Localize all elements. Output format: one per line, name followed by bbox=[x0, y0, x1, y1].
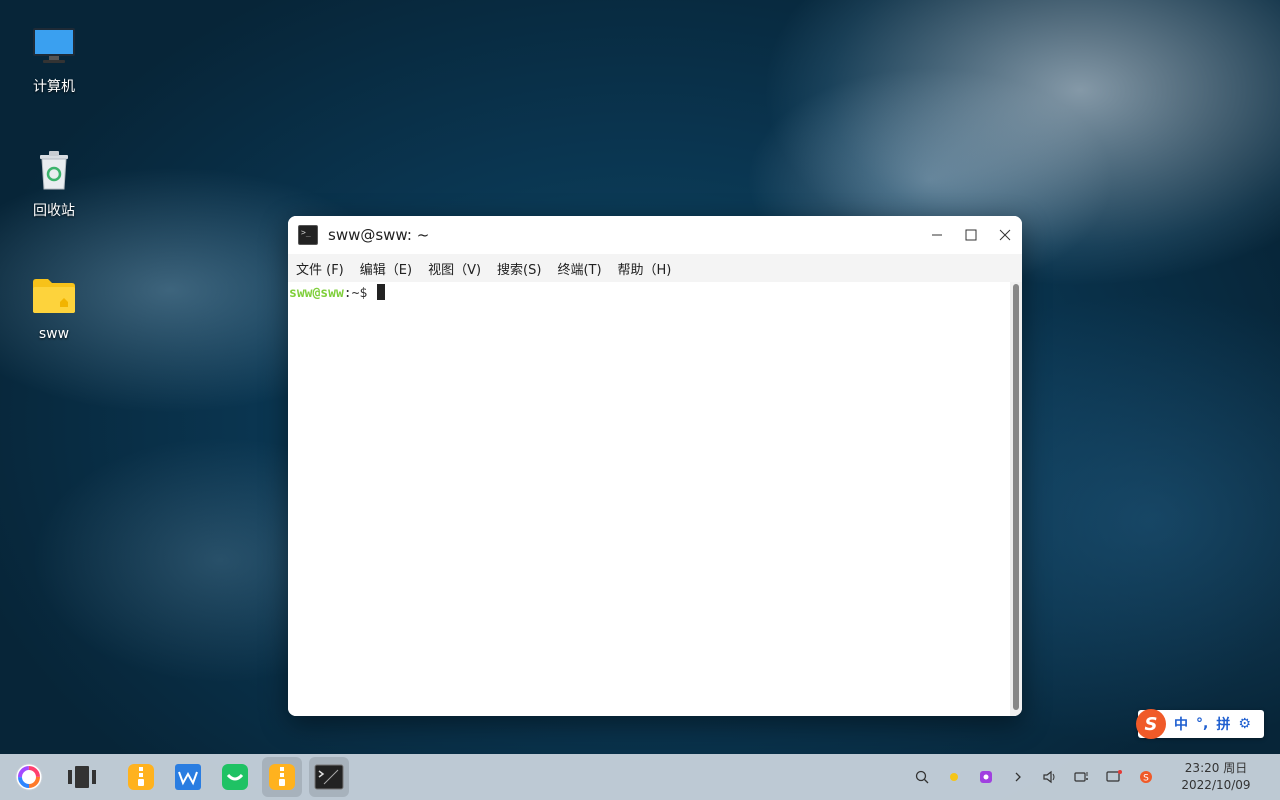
ime-layout-toggle[interactable]: 拼 bbox=[1216, 714, 1230, 734]
sogou-logo-icon[interactable]: S bbox=[1136, 709, 1166, 739]
computer-icon bbox=[30, 22, 78, 70]
menubar: 文件 (F) 编辑（E) 视图（V) 搜索(S) 终端(T) 帮助（H) bbox=[288, 254, 1022, 282]
window-titlebar[interactable]: >_ sww@sww: ~ bbox=[288, 216, 1022, 254]
ime-mode-toggle[interactable]: 中 bbox=[1174, 714, 1188, 734]
menu-help[interactable]: 帮助（H) bbox=[618, 259, 672, 278]
window-title: sww@sww: ~ bbox=[328, 226, 430, 244]
wps-icon bbox=[175, 764, 201, 790]
sogou-tray-icon[interactable]: S bbox=[1136, 767, 1156, 787]
archive-app-icon bbox=[128, 764, 154, 790]
archive-app-button-2[interactable] bbox=[262, 757, 302, 797]
terminal-icon: >_ bbox=[298, 225, 318, 245]
text-cursor bbox=[377, 284, 386, 300]
multitasking-icon bbox=[68, 766, 96, 788]
desktop-icon-computer[interactable]: 计算机 bbox=[14, 22, 94, 96]
minimize-icon bbox=[932, 234, 942, 236]
close-button[interactable] bbox=[988, 216, 1022, 254]
menu-terminal[interactable]: 终端(T) bbox=[557, 259, 601, 278]
archive-app-button[interactable] bbox=[121, 757, 161, 797]
svg-text:S: S bbox=[1143, 774, 1149, 784]
brightness-icon[interactable] bbox=[944, 767, 964, 787]
maximize-button[interactable] bbox=[954, 216, 988, 254]
ime-punct-toggle[interactable]: °, bbox=[1196, 716, 1208, 732]
home-folder-icon bbox=[30, 272, 78, 320]
wechat-icon bbox=[222, 764, 248, 790]
terminal-output[interactable]: sww@sww:~$ bbox=[288, 282, 1010, 716]
notification-icon[interactable] bbox=[1104, 767, 1124, 787]
desktop-icon-trash[interactable]: 回收站 bbox=[14, 146, 94, 220]
prompt-user: sww@sww bbox=[289, 286, 344, 301]
chevron-right-icon[interactable] bbox=[1008, 767, 1028, 787]
scrollbar[interactable] bbox=[1010, 282, 1022, 716]
wps-button[interactable] bbox=[168, 757, 208, 797]
start-menu-icon bbox=[15, 763, 43, 791]
maximize-icon bbox=[965, 229, 977, 241]
start-menu-button[interactable] bbox=[9, 757, 49, 797]
volume-icon[interactable] bbox=[1040, 767, 1060, 787]
menu-view[interactable]: 视图（V) bbox=[428, 259, 481, 278]
clock-date: 2022/10/09 bbox=[1181, 778, 1251, 792]
trash-icon bbox=[30, 146, 78, 194]
menu-file[interactable]: 文件 (F) bbox=[296, 259, 344, 278]
close-icon bbox=[999, 229, 1011, 241]
taskbar-clock[interactable]: 23:20 周日 2022/10/09 bbox=[1180, 760, 1252, 794]
terminal-taskbar-button[interactable] bbox=[309, 757, 349, 797]
screenshot-icon[interactable] bbox=[976, 767, 996, 787]
terminal-icon bbox=[314, 764, 344, 790]
terminal-window[interactable]: >_ sww@sww: ~ 文件 (F) 编辑（E) 视图（V) 搜索(S) 终… bbox=[288, 216, 1022, 716]
menu-edit[interactable]: 编辑（E) bbox=[360, 259, 412, 278]
minimize-button[interactable] bbox=[920, 216, 954, 254]
network-icon[interactable] bbox=[1072, 767, 1092, 787]
window-controls bbox=[920, 216, 1022, 254]
scrollbar-thumb[interactable] bbox=[1013, 284, 1019, 710]
taskbar: S 23:20 周日 2022/10/09 bbox=[0, 754, 1280, 800]
clock-time: 23:20 周日 bbox=[1184, 761, 1248, 775]
ime-toolbar[interactable]: S 中 °, 拼 ⚙ bbox=[1136, 709, 1264, 739]
menu-search[interactable]: 搜索(S) bbox=[497, 259, 541, 278]
desktop-icon-label: 回收站 bbox=[33, 203, 75, 219]
wechat-button[interactable] bbox=[215, 757, 255, 797]
multitasking-button[interactable] bbox=[62, 757, 102, 797]
prompt-path: :~$ bbox=[343, 286, 376, 301]
desktop-icon-label: sww bbox=[38, 326, 70, 342]
desktop-icon-home[interactable]: sww bbox=[14, 272, 94, 342]
archive-app-icon bbox=[269, 764, 295, 790]
search-icon[interactable] bbox=[912, 767, 932, 787]
gear-icon[interactable]: ⚙ bbox=[1238, 716, 1251, 732]
desktop-icon-label: 计算机 bbox=[33, 79, 75, 95]
